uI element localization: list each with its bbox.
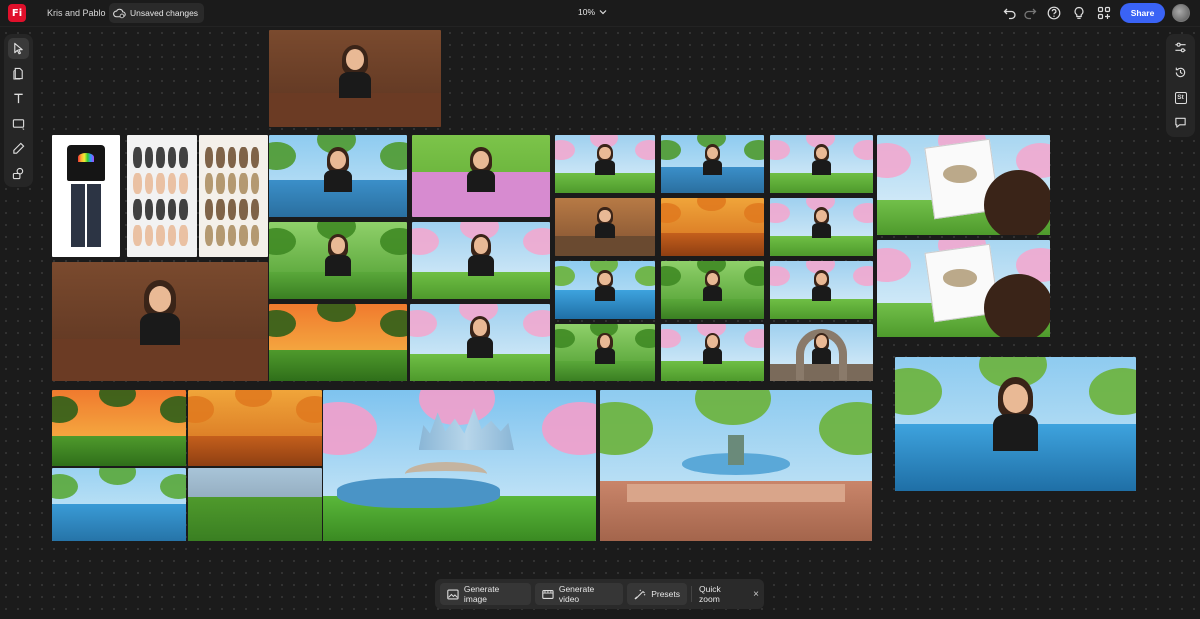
board-image[interactable]	[52, 262, 268, 381]
board-image[interactable]	[52, 468, 186, 541]
image-icon	[447, 589, 459, 599]
board-image[interactable]	[555, 324, 655, 381]
board-image[interactable]	[323, 390, 596, 541]
board-image[interactable]	[127, 135, 197, 257]
save-status-badge[interactable]: Unsaved changes	[109, 3, 205, 23]
board-image[interactable]	[877, 240, 1050, 337]
generate-image-label: Generate image	[463, 584, 500, 604]
board-image[interactable]	[895, 357, 1136, 491]
app-logo[interactable]: Fi	[8, 4, 26, 22]
board-image[interactable]	[661, 135, 764, 193]
shapes-tool-icon[interactable]	[8, 163, 29, 184]
board-image[interactable]	[661, 261, 764, 319]
user-avatar[interactable]	[1172, 4, 1190, 22]
top-bar: Fi Kris and Pablo Unsaved changes 10% Sh…	[0, 0, 1200, 27]
generate-bar: Generate image Generate video Presets Qu…	[435, 579, 764, 609]
apps-icon[interactable]	[1096, 5, 1112, 21]
quick-zoom-label: Quick zoom	[699, 584, 721, 604]
board-image[interactable]	[555, 135, 655, 193]
quick-zoom-toggle[interactable]: Quick zoom ×	[696, 584, 759, 604]
rectangle-tool-icon[interactable]	[8, 113, 29, 134]
generate-image-button[interactable]: Generate image	[440, 583, 531, 605]
board-image[interactable]	[600, 390, 872, 541]
board-image[interactable]	[877, 135, 1050, 235]
board-image[interactable]	[770, 324, 873, 381]
project-name[interactable]: Kris and Pablo	[47, 8, 106, 18]
redo-icon[interactable]	[1022, 5, 1038, 21]
board-image[interactable]	[770, 261, 873, 319]
page-tool-icon[interactable]	[8, 63, 29, 84]
share-button[interactable]: Share	[1120, 3, 1165, 23]
cloud-icon	[113, 8, 126, 18]
board-image[interactable]	[52, 390, 186, 466]
lightbulb-icon[interactable]	[1071, 5, 1087, 21]
undo-icon[interactable]	[1002, 5, 1018, 21]
board-image[interactable]	[770, 135, 873, 193]
comment-icon[interactable]	[1170, 112, 1191, 133]
adjust-icon[interactable]	[1170, 37, 1191, 58]
help-icon[interactable]	[1046, 5, 1062, 21]
board-image[interactable]	[269, 135, 407, 217]
board-image[interactable]	[52, 135, 120, 257]
generate-video-label: Generate video	[558, 584, 595, 604]
board-image[interactable]	[269, 222, 407, 299]
board-image[interactable]	[661, 324, 764, 381]
text-tool-icon[interactable]	[8, 88, 29, 109]
video-icon	[542, 589, 554, 599]
select-tool-icon[interactable]	[8, 38, 29, 59]
board-image[interactable]	[188, 468, 322, 541]
board-image[interactable]	[412, 222, 550, 299]
presets-button[interactable]: Presets	[627, 583, 688, 605]
board-image[interactable]	[199, 135, 268, 257]
close-icon[interactable]: ×	[753, 589, 759, 600]
board-image[interactable]	[770, 198, 873, 256]
generate-video-button[interactable]: Generate video	[535, 583, 624, 605]
board-image[interactable]	[269, 304, 407, 381]
board-image[interactable]	[555, 198, 655, 256]
right-toolbar: St	[1166, 34, 1195, 137]
board-image[interactable]	[661, 198, 764, 256]
chevron-down-icon	[599, 10, 607, 15]
zoom-level: 10%	[578, 7, 596, 17]
board-image[interactable]	[555, 261, 655, 319]
board-image[interactable]	[269, 30, 441, 127]
pen-tool-icon[interactable]	[8, 138, 29, 159]
divider	[691, 586, 693, 602]
board-image[interactable]	[412, 135, 550, 217]
history-icon[interactable]	[1170, 62, 1191, 83]
stock-icon[interactable]: St	[1170, 87, 1191, 108]
stock-badge: St	[1174, 91, 1187, 104]
left-toolbar	[4, 34, 33, 187]
save-status-label: Unsaved changes	[130, 8, 199, 18]
presets-label: Presets	[651, 589, 681, 599]
board-image[interactable]	[188, 390, 322, 466]
board-image[interactable]	[410, 304, 550, 381]
presets-icon	[634, 589, 646, 600]
zoom-dropdown[interactable]: 10%	[578, 7, 607, 17]
